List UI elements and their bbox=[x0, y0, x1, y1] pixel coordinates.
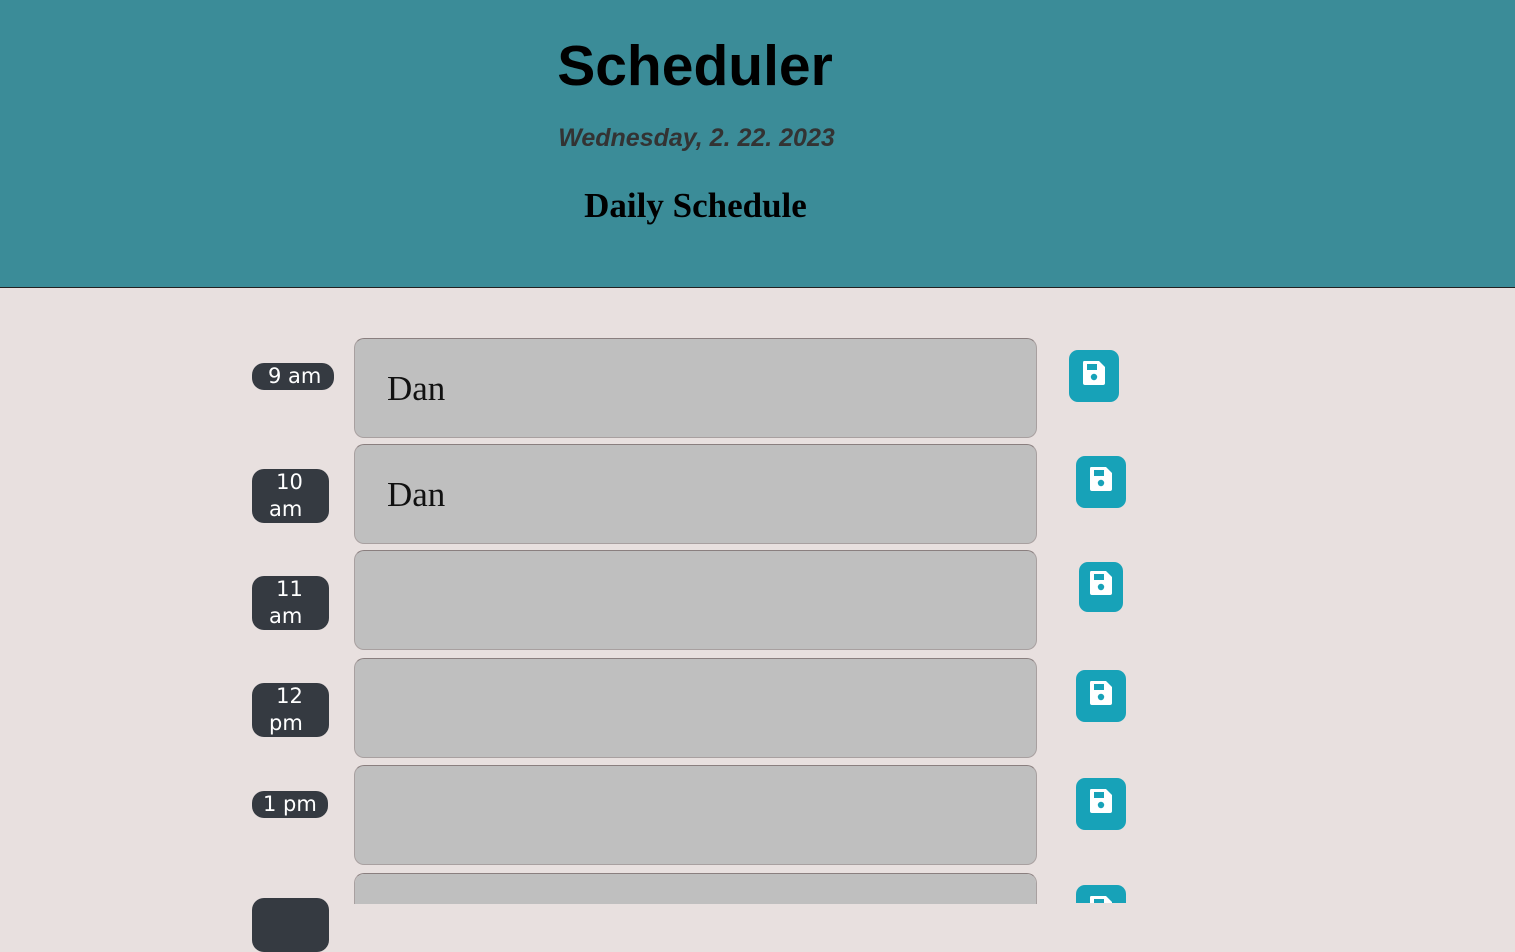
page-subtitle: Daily Schedule bbox=[584, 186, 807, 225]
floppy-disk-icon bbox=[1083, 361, 1105, 385]
page-title: Scheduler bbox=[557, 34, 833, 98]
floppy-disk-icon bbox=[1090, 789, 1112, 813]
hour-label-number: 12 bbox=[276, 684, 303, 708]
hour-label: 10 am bbox=[252, 469, 329, 523]
hour-label-text: 9 am bbox=[268, 364, 322, 388]
save-button[interactable] bbox=[1069, 350, 1119, 402]
event-input[interactable] bbox=[354, 765, 1037, 865]
event-input[interactable] bbox=[354, 658, 1037, 758]
hour-label-number: 10 bbox=[276, 470, 303, 494]
hour-label: 9 am bbox=[252, 363, 335, 390]
event-input[interactable]: Dan bbox=[354, 444, 1037, 544]
save-button[interactable] bbox=[1079, 562, 1123, 612]
hour-label-text: 1 pm bbox=[263, 792, 317, 816]
hour-label: 12 pm bbox=[252, 683, 329, 737]
event-input[interactable] bbox=[354, 550, 1037, 650]
current-date: Wednesday, 2. 22. 2023 bbox=[558, 124, 835, 152]
floppy-disk-icon bbox=[1090, 571, 1112, 595]
event-input[interactable]: Dan bbox=[354, 338, 1037, 438]
floppy-disk-icon bbox=[1090, 896, 1112, 903]
hour-label-period: am bbox=[269, 604, 303, 628]
hour-label-period: am bbox=[269, 497, 303, 521]
hour-label: 1 pm bbox=[252, 791, 328, 818]
save-button[interactable] bbox=[1076, 670, 1126, 722]
hour-label: 11 am bbox=[252, 576, 329, 630]
save-button[interactable] bbox=[1076, 885, 1126, 903]
hour-label-period: pm bbox=[269, 711, 303, 735]
event-input[interactable] bbox=[354, 873, 1037, 904]
floppy-disk-icon bbox=[1090, 681, 1112, 705]
save-button[interactable] bbox=[1076, 778, 1126, 830]
save-button[interactable] bbox=[1076, 456, 1126, 508]
floppy-disk-icon bbox=[1090, 467, 1112, 491]
hour-label bbox=[252, 898, 329, 952]
page-header: Scheduler Wednesday, 2. 22. 2023 Daily S… bbox=[0, 0, 1515, 288]
hour-label-number: 11 bbox=[276, 577, 303, 601]
